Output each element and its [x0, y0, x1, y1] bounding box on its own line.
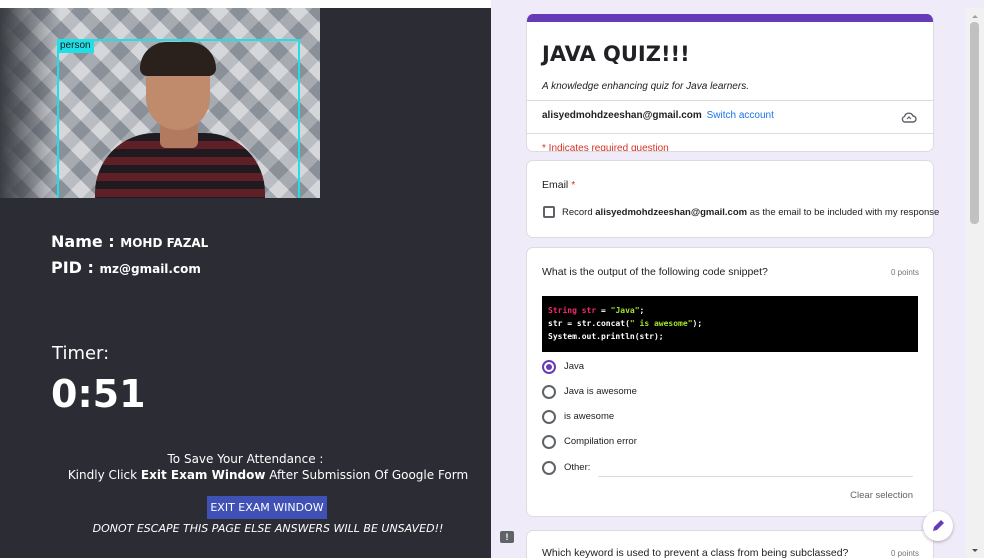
code-token: = — [596, 306, 611, 315]
switch-account-link[interactable]: Switch account — [707, 110, 774, 121]
question-card: Which keyword is used to prevent a class… — [526, 530, 934, 558]
code-token: ; — [639, 306, 645, 315]
code-snippet: String str = "Java"; str = str.concat(" … — [542, 296, 918, 352]
webcam-feed: person — [0, 8, 320, 198]
code-token: ); — [692, 319, 703, 328]
unsaved-warning: DONOT ESCAPE THIS PAGE ELSE ANSWERS WILL… — [92, 522, 444, 535]
screen: person Name : MOHD FAZAL PID : mz@gmail.… — [0, 0, 984, 558]
email-title-text: Email — [542, 179, 569, 191]
option-label: Java is awesome — [564, 386, 637, 397]
required-star: * — [571, 179, 576, 191]
code-string: " is awesome" — [629, 319, 693, 328]
instruction-bold: Exit Exam Window — [140, 468, 266, 482]
form-panel: JAVA QUIZ!!! A knowledge enhancing quiz … — [491, 0, 984, 558]
student-name: Name : MOHD FAZAL — [51, 232, 208, 251]
name-value: MOHD FAZAL — [120, 236, 209, 250]
option-label: Compilation error — [564, 436, 637, 447]
record-email-checkbox[interactable] — [543, 206, 555, 218]
divider — [527, 100, 933, 101]
detection-label: person — [57, 39, 94, 53]
code-line: System.out.println(str); — [548, 332, 664, 341]
question-title: Which keyword is used to prevent a class… — [542, 547, 849, 558]
pid-label: PID : — [51, 258, 94, 277]
form-description: A knowledge enhancing quiz for Java lear… — [542, 81, 749, 92]
divider — [527, 133, 933, 134]
webcam-shadow — [0, 8, 60, 198]
record-suffix: as the email to be included with my resp… — [749, 207, 940, 218]
code-token: String str — [548, 306, 597, 315]
code-line: String str = "Java"; — [548, 304, 912, 317]
code-line: str = str.concat(" is awesome"); — [548, 317, 912, 330]
question-points: 0 points — [890, 268, 919, 277]
scrollbar-thumb[interactable] — [970, 22, 979, 224]
radio-button[interactable] — [542, 461, 556, 475]
cloud-save-icon[interactable] — [901, 110, 917, 128]
required-note: * Indicates required question — [542, 143, 669, 152]
instruction-suffix: After Submission Of Google Form — [269, 468, 469, 482]
code-token: str = str.concat( — [548, 319, 630, 328]
pid-value: mz@gmail.com — [99, 262, 201, 276]
radio-button[interactable] — [542, 385, 556, 399]
account-email: alisyedmohdzeeshan@gmail.com — [542, 110, 702, 121]
option-label: Other: — [564, 462, 591, 473]
other-text-input[interactable] — [598, 476, 913, 477]
option-label: is awesome — [564, 411, 615, 422]
detection-box — [57, 39, 300, 198]
option-label: Java — [564, 361, 585, 372]
attendance-instruction: Kindly Click Exit Exam Window After Subm… — [0, 468, 536, 482]
report-feedback-icon[interactable]: ! — [500, 531, 514, 543]
form-header-card: JAVA QUIZ!!! A knowledge enhancing quiz … — [526, 14, 934, 152]
account-row: alisyedmohdzeeshan@gmail.com Switch acco… — [542, 110, 774, 121]
form-accent-bar — [527, 14, 933, 22]
scroll-down-icon[interactable] — [966, 546, 984, 556]
radio-selected[interactable] — [542, 360, 556, 374]
record-email-label[interactable]: Record alisyedmohdzeeshan@gmail.com as t… — [562, 207, 939, 218]
radio-button[interactable] — [542, 410, 556, 424]
clear-selection-button[interactable]: Clear selection — [850, 490, 913, 501]
scrollbar[interactable] — [966, 8, 984, 558]
record-email: alisyedmohdzeeshan@gmail.com — [595, 207, 748, 218]
question-points: 0 points — [890, 549, 919, 558]
student-pid: PID : mz@gmail.com — [51, 258, 201, 277]
question-title: What is the output of the following code… — [542, 266, 768, 278]
timer-label: Timer: — [52, 343, 110, 364]
top-strip — [0, 0, 491, 8]
name-label: Name : — [51, 232, 115, 251]
proctor-panel: person Name : MOHD FAZAL PID : mz@gmail.… — [0, 0, 491, 558]
attendance-notice: To Save Your Attendance : — [167, 452, 324, 466]
exit-exam-button[interactable]: EXIT EXAM WINDOW — [207, 496, 327, 519]
code-string: "Java" — [610, 306, 640, 315]
scroll-up-icon[interactable] — [966, 11, 984, 21]
edit-pencil-button[interactable] — [923, 511, 953, 541]
record-prefix: Record — [562, 207, 593, 218]
timer-value: 0:51 — [51, 372, 146, 416]
email-question-card: Email * Record alisyedmohdzeeshan@gmail.… — [526, 160, 939, 238]
radio-button[interactable] — [542, 435, 556, 449]
instruction-prefix: Kindly Click — [67, 468, 138, 482]
pencil-icon — [933, 520, 944, 531]
form-title: JAVA QUIZ!!! — [542, 42, 690, 66]
email-question-title: Email * — [542, 179, 575, 191]
question-card: What is the output of the following code… — [526, 247, 934, 517]
